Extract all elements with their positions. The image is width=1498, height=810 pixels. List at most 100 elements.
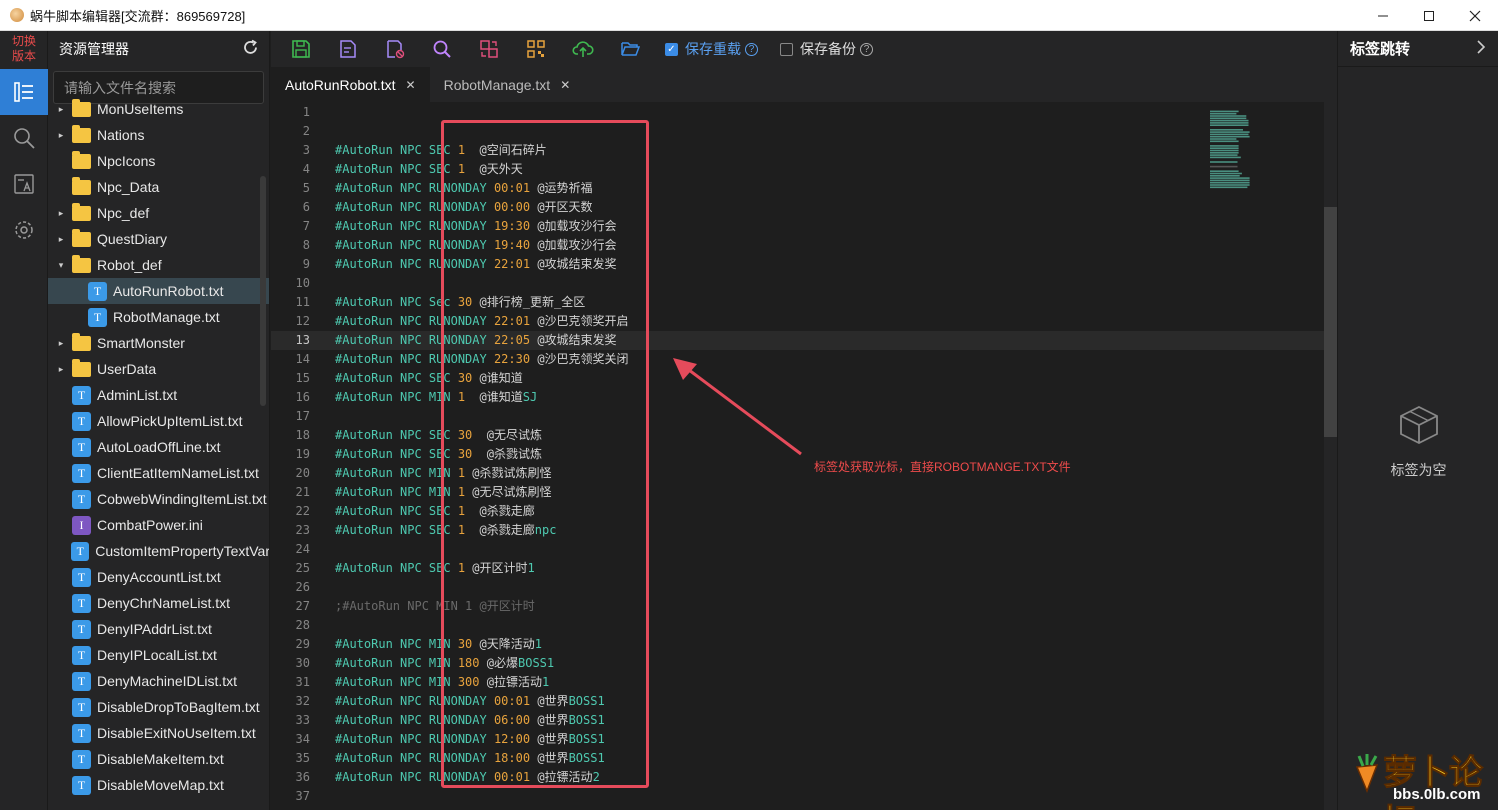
tree-arrow-icon[interactable] xyxy=(56,442,66,452)
file-close-icon[interactable] xyxy=(379,33,411,65)
tree-item[interactable]: ▸ UserData xyxy=(48,356,269,382)
code-line[interactable]: 26 xyxy=(271,578,1324,597)
code-line[interactable]: 6 #AutoRun NPC RUNONDAY 00:00 @开区天数 xyxy=(271,198,1324,217)
tree-arrow-icon[interactable]: ▸ xyxy=(56,234,66,244)
code-line[interactable]: 3 #AutoRun NPC SEC 1 @空间石碎片 xyxy=(271,141,1324,160)
replace-icon[interactable] xyxy=(473,33,505,65)
explorer-scrollbar[interactable] xyxy=(260,176,266,406)
tree-item[interactable]: ▸ MonUseItems xyxy=(48,98,269,122)
tree-arrow-icon[interactable] xyxy=(56,468,66,478)
tree-arrow-icon[interactable]: ▸ xyxy=(56,364,66,374)
code-line[interactable]: 28 xyxy=(271,616,1324,635)
code-line[interactable]: 34 #AutoRun NPC RUNONDAY 12:00 @世界BOSS1 xyxy=(271,730,1324,749)
editor-scrollbar-thumb[interactable] xyxy=(1324,207,1337,437)
switch-version-button[interactable]: 切换 版本 xyxy=(0,31,48,69)
explorer-icon[interactable] xyxy=(0,69,48,115)
code-line[interactable]: 35 #AutoRun NPC RUNONDAY 18:00 @世界BOSS1 xyxy=(271,749,1324,768)
save-backup-checkbox[interactable] xyxy=(780,42,793,56)
code-line[interactable]: 23 #AutoRun NPC SEC 1 @杀戮走廊npc xyxy=(271,521,1324,540)
cloud-upload-icon[interactable] xyxy=(567,33,599,65)
tree-item[interactable]: ▸ QuestDiary xyxy=(48,226,269,252)
save-backup-toggle[interactable]: 保存备份 ? xyxy=(780,39,873,59)
tree-arrow-icon[interactable]: ▸ xyxy=(56,338,66,348)
edit-file-icon[interactable] xyxy=(332,33,364,65)
code-line[interactable]: 8 #AutoRun NPC RUNONDAY 19:40 @加载攻沙行会 xyxy=(271,236,1324,255)
tree-item[interactable]: ▸ SmartMonster xyxy=(48,330,269,356)
maximize-button[interactable] xyxy=(1406,0,1452,31)
tree-arrow-icon[interactable] xyxy=(56,390,66,400)
tree-item[interactable]: T DenyIPLocalList.txt xyxy=(48,642,269,668)
code-line[interactable]: 5 #AutoRun NPC RUNONDAY 00:01 @运势祈福 xyxy=(271,179,1324,198)
tree-item[interactable]: T DenyAccountList.txt xyxy=(48,564,269,590)
chevron-right-icon[interactable] xyxy=(1476,39,1486,58)
code-editor[interactable]: 1 2 3 #AutoRun NPC SEC 1 @空间石碎片 4 #AutoRun NP… xyxy=(271,102,1337,810)
tree-arrow-icon[interactable] xyxy=(56,598,66,608)
refresh-icon[interactable] xyxy=(242,39,259,59)
code-line[interactable]: 10 xyxy=(271,274,1324,293)
tree-item[interactable]: ▸ Npc_def xyxy=(48,200,269,226)
tree-item[interactable]: T AdminList.txt xyxy=(48,382,269,408)
code-line[interactable]: 24 xyxy=(271,540,1324,559)
code-line[interactable]: 20 #AutoRun NPC MIN 1 @杀戮试炼刷怪 xyxy=(271,464,1324,483)
tree-item[interactable]: T AutoLoadOffLine.txt xyxy=(48,434,269,460)
file-search-input[interactable] xyxy=(64,79,254,96)
tree-arrow-icon[interactable] xyxy=(56,182,66,192)
code-line[interactable]: 4 #AutoRun NPC SEC 1 @天外天 xyxy=(271,160,1324,179)
tree-arrow-icon[interactable] xyxy=(56,416,66,426)
search-icon[interactable] xyxy=(0,115,48,161)
tree-item[interactable]: T DisableMakeItem.txt xyxy=(48,746,269,772)
tree-arrow-icon[interactable] xyxy=(56,572,66,582)
code-line[interactable]: 9 #AutoRun NPC RUNONDAY 22:01 @攻城结束发奖 xyxy=(271,255,1324,274)
tree-item[interactable]: Npc_Data xyxy=(48,174,269,200)
tree-arrow-icon[interactable] xyxy=(56,754,66,764)
tree-arrow-icon[interactable]: ▸ xyxy=(56,130,66,140)
tree-item[interactable]: T RobotManage.txt xyxy=(48,304,269,330)
tree-item[interactable]: T DisableMoveMap.txt xyxy=(48,772,269,798)
tree-arrow-icon[interactable] xyxy=(56,728,66,738)
close-tab-icon[interactable]: ✕ xyxy=(406,78,416,92)
folder-open-icon[interactable] xyxy=(614,33,646,65)
code-line[interactable]: 7 #AutoRun NPC RUNONDAY 19:30 @加载攻沙行会 xyxy=(271,217,1324,236)
minimap[interactable] xyxy=(1208,106,1268,196)
code-line[interactable]: 33 #AutoRun NPC RUNONDAY 06:00 @世界BOSS1 xyxy=(271,711,1324,730)
code-line[interactable]: 21 #AutoRun NPC MIN 1 @无尽试炼刷怪 xyxy=(271,483,1324,502)
qr-code-icon[interactable] xyxy=(520,33,552,65)
code-line[interactable]: 25 #AutoRun NPC SEC 1 @开区计时1 xyxy=(271,559,1324,578)
tree-item[interactable]: NpcIcons xyxy=(48,148,269,174)
code-line[interactable]: 11 #AutoRun NPC Sec 30 @排行榜_更新_全区 xyxy=(271,293,1324,312)
code-line[interactable]: 1 xyxy=(271,103,1324,122)
close-window-button[interactable] xyxy=(1452,0,1498,31)
code-line[interactable]: 37 xyxy=(271,787,1324,806)
tree-item[interactable]: I CombatPower.ini xyxy=(48,512,269,538)
tree-arrow-icon[interactable]: ▸ xyxy=(56,104,66,114)
tree-item[interactable]: T ClientEatItemNameList.txt xyxy=(48,460,269,486)
code-line[interactable]: 32 #AutoRun NPC RUNONDAY 00:01 @世界BOSS1 xyxy=(271,692,1324,711)
code-line[interactable]: 27 ;#AutoRun NPC MIN 1 @开区计时 xyxy=(271,597,1324,616)
settings-icon[interactable] xyxy=(0,207,48,253)
tree-item[interactable]: T AutoRunRobot.txt xyxy=(48,278,269,304)
tree-arrow-icon[interactable] xyxy=(56,780,66,790)
tree-item[interactable]: ▾ Robot_def xyxy=(48,252,269,278)
save-reload-toggle[interactable]: ✓ 保存重载 ? xyxy=(665,39,758,59)
tree-item[interactable]: T DenyMachineIDList.txt xyxy=(48,668,269,694)
tree-arrow-icon[interactable] xyxy=(56,546,65,556)
tree-item[interactable]: T CustomItemPropertyTextVar xyxy=(48,538,269,564)
tree-item[interactable]: T DisableExitNoUseItem.txt xyxy=(48,720,269,746)
code-line[interactable]: 36 #AutoRun NPC RUNONDAY 00:01 @拉镖活动2 xyxy=(271,768,1324,787)
code-line[interactable]: 2 xyxy=(271,122,1324,141)
tree-arrow-icon[interactable]: ▸ xyxy=(56,208,66,218)
close-tab-icon[interactable]: ✕ xyxy=(560,78,570,92)
tree-arrow-icon[interactable] xyxy=(56,494,66,504)
tree-item[interactable]: T DenyChrNameList.txt xyxy=(48,590,269,616)
tree-arrow-icon[interactable]: ▾ xyxy=(56,260,66,270)
code-line[interactable]: 12 #AutoRun NPC RUNONDAY 22:01 @沙巴克领奖开启 xyxy=(271,312,1324,331)
help-icon[interactable]: ? xyxy=(745,42,758,56)
tab-robotmanage[interactable]: RobotManage.txt ✕ xyxy=(430,67,585,102)
tree-arrow-icon[interactable] xyxy=(56,676,66,686)
tab-autorunrobot[interactable]: AutoRunRobot.txt ✕ xyxy=(271,67,430,102)
tree-item[interactable]: ▸ Nations xyxy=(48,122,269,148)
code-line[interactable]: 31 #AutoRun NPC MIN 300 @拉镖活动1 xyxy=(271,673,1324,692)
code-line[interactable]: 22 #AutoRun NPC SEC 1 @杀戮走廊 xyxy=(271,502,1324,521)
tree-item[interactable]: T DenyIPAddrList.txt xyxy=(48,616,269,642)
tree-arrow-icon[interactable] xyxy=(56,156,66,166)
